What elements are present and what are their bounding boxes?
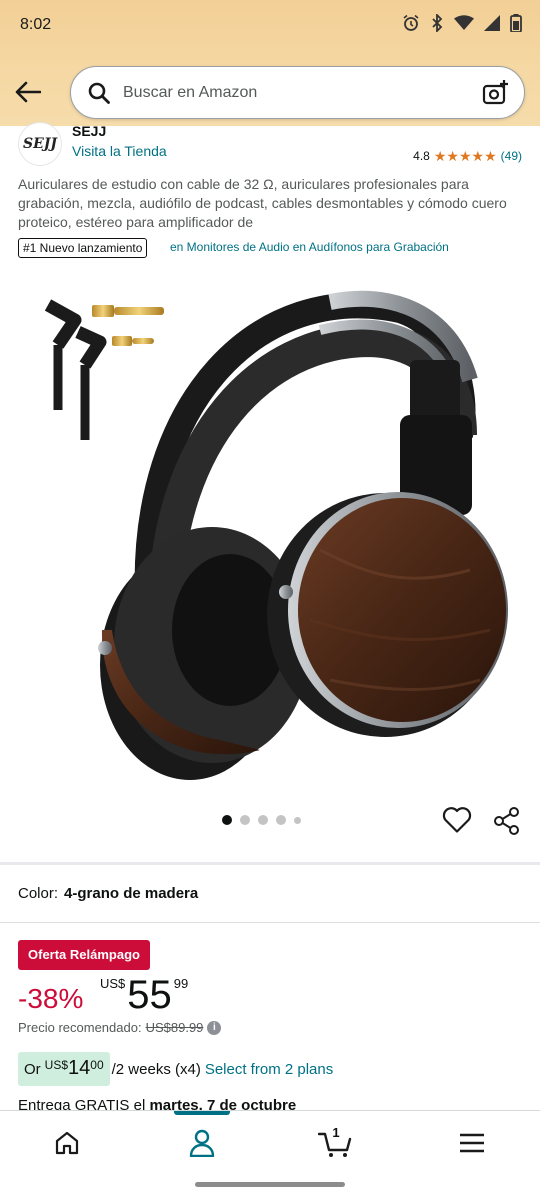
carousel-dot[interactable] xyxy=(294,816,301,824)
product-title: Auriculares de estudio con cable de 32 Ω… xyxy=(18,176,507,230)
carousel-dot[interactable] xyxy=(240,815,250,825)
discount-percent: -38% xyxy=(18,983,84,1014)
carousel-dot[interactable] xyxy=(276,815,286,825)
status-bar: 8:02 xyxy=(0,0,540,52)
section-divider xyxy=(0,922,540,923)
heart-icon[interactable] xyxy=(442,806,472,839)
list-price: Precio recomendado: US$89.99 i xyxy=(18,1020,222,1035)
store-logo-text: SEJJ xyxy=(22,136,58,152)
rating-summary[interactable]: 4.8 ★ ★ ★ ★ ★ (49) xyxy=(413,149,522,163)
active-tab-indicator xyxy=(174,1111,230,1115)
image-carousel-dots[interactable] xyxy=(222,815,301,825)
review-count[interactable]: (49) xyxy=(501,149,522,163)
search-bar[interactable]: Buscar en Amazon xyxy=(70,66,525,119)
bottom-navigation: 1 xyxy=(0,1110,540,1172)
cart-icon[interactable]: 1 xyxy=(316,1123,356,1163)
badge-category-link[interactable]: en Monitores de Audio en Audífonos para … xyxy=(170,240,449,254)
star-icon: ★ xyxy=(471,148,485,164)
installment-period: /2 weeks (x4) xyxy=(111,1060,201,1078)
info-icon[interactable]: i xyxy=(207,1020,222,1035)
color-value: 4-grano de madera xyxy=(64,885,199,902)
list-price-value: US$89.99 xyxy=(145,1020,204,1035)
back-arrow-icon[interactable] xyxy=(12,76,44,108)
price: US$ 55 99 xyxy=(100,972,188,1018)
rating-value: 4.8 xyxy=(413,149,430,163)
star-rating: ★ ★ ★ ★ ★ xyxy=(434,149,497,163)
store-name: SEJJ xyxy=(72,123,107,139)
status-icons xyxy=(402,14,522,32)
camera-scan-icon[interactable] xyxy=(482,79,510,112)
price-whole: 55 xyxy=(127,973,172,1017)
color-selector[interactable]: Color: 4-grano de madera xyxy=(18,885,198,902)
cart-count: 1 xyxy=(332,1125,340,1140)
star-icon: ★ xyxy=(484,148,497,164)
product-image[interactable] xyxy=(30,270,520,790)
menu-icon[interactable] xyxy=(452,1123,492,1163)
carousel-dot[interactable] xyxy=(222,815,232,825)
installment-or: Or xyxy=(24,1061,41,1078)
new-release-badge[interactable]: #1 Nuevo lanzamiento xyxy=(18,238,148,258)
alarm-icon xyxy=(402,14,420,32)
installment-currency: US$ xyxy=(44,1058,69,1072)
select-plan-link[interactable]: Select from 2 plans xyxy=(205,1061,333,1078)
installment-fraction: 00 xyxy=(90,1058,104,1072)
search-input[interactable]: Buscar en Amazon xyxy=(123,84,257,102)
signal-icon xyxy=(484,15,500,31)
account-icon[interactable] xyxy=(182,1123,222,1163)
lightning-deal-badge: Oferta Relámpago xyxy=(18,940,150,970)
color-label: Color: xyxy=(18,885,59,902)
installment-whole: 14 xyxy=(68,1057,91,1079)
star-icon: ★ xyxy=(458,148,472,164)
installment-plan: Or US$ 14 00 /2 weeks (x4) Select from 2… xyxy=(18,1052,333,1086)
carousel-dot[interactable] xyxy=(258,815,268,825)
home-icon[interactable] xyxy=(47,1123,87,1163)
star-icon: ★ xyxy=(433,148,447,164)
star-icon: ★ xyxy=(446,148,459,164)
share-icon[interactable] xyxy=(492,806,522,841)
bluetooth-icon xyxy=(430,14,444,32)
visit-store-link[interactable]: Visita la Tienda xyxy=(72,143,167,159)
price-fraction: 99 xyxy=(173,976,189,991)
cable-illustration xyxy=(44,299,164,440)
store-logo[interactable]: SEJJ xyxy=(18,122,62,166)
status-time: 8:02 xyxy=(20,16,52,33)
search-icon xyxy=(87,81,111,110)
battery-icon xyxy=(510,14,522,32)
section-divider xyxy=(0,862,540,865)
wifi-icon xyxy=(454,15,474,31)
list-price-label: Precio recomendado: xyxy=(18,1020,142,1035)
app-header: 8:02 Buscar en Amazon xyxy=(0,0,540,126)
installment-price: Or US$ 14 00 xyxy=(18,1052,110,1086)
gesture-bar[interactable] xyxy=(195,1182,345,1187)
price-currency: US$ xyxy=(100,976,126,991)
